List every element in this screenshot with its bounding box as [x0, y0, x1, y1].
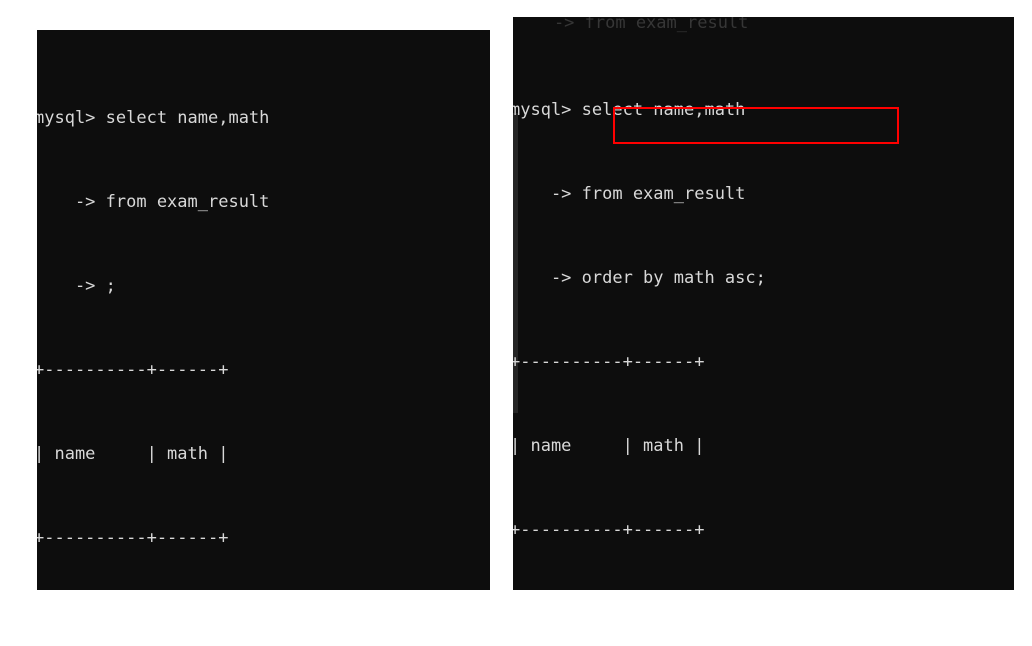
table-separator: +----------+------+	[37, 360, 229, 380]
terminal-line: mysql> select name,math	[513, 100, 746, 120]
terminal-text-right: mysql> select name,math -> from exam_res…	[513, 40, 766, 590]
terminal-line: -> ;	[37, 276, 116, 296]
terminal-line: -> from exam_result	[513, 184, 746, 204]
table-separator: +----------+------+	[513, 520, 705, 540]
terminal-line: -> from exam_result	[37, 192, 270, 212]
terminal-line: mysql> select name,math	[37, 108, 270, 128]
terminal-line-order-by: -> order by math asc;	[513, 268, 766, 288]
scrolled-off-line: -> from exam_result	[513, 17, 749, 33]
table-separator: +----------+------+	[513, 352, 705, 372]
table-separator: +----------+------+	[37, 528, 229, 548]
ordered-query-terminal[interactable]: -> from exam_result mysql> select name,m…	[513, 17, 1014, 590]
terminal-text-left: mysql> select name,math -> from exam_res…	[37, 48, 280, 590]
unordered-query-terminal[interactable]: mysql> select name,math -> from exam_res…	[37, 30, 490, 590]
table-header-row: | name | math |	[37, 444, 229, 464]
table-header-row: | name | math |	[513, 436, 705, 456]
